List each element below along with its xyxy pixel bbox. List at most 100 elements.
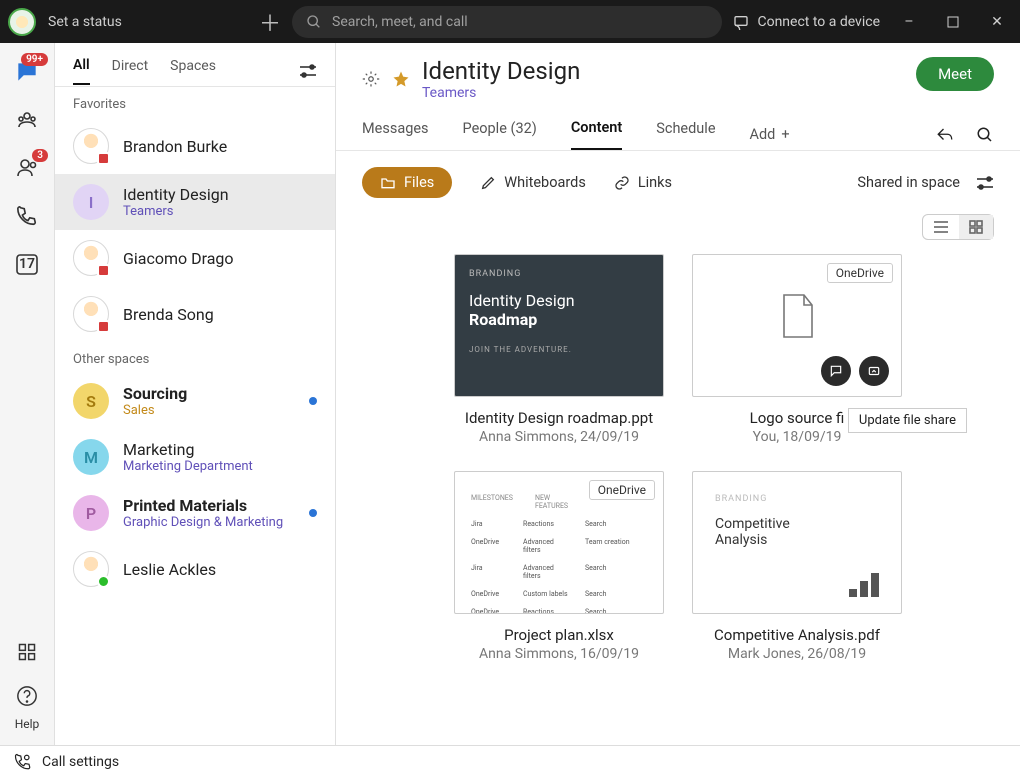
filter-toggle[interactable] — [299, 64, 317, 78]
space-item-giacomo[interactable]: Giacomo Drago — [55, 230, 335, 286]
statusbar: Call settings — [0, 745, 1020, 778]
tab-schedule[interactable]: Schedule — [656, 120, 715, 149]
other-spaces-label: Other spaces — [55, 342, 335, 373]
space-item-brandon[interactable]: Brandon Burke — [55, 118, 335, 174]
minimize-button[interactable]: – — [894, 14, 924, 30]
view-grid[interactable] — [959, 215, 993, 239]
tab-direct[interactable]: Direct — [112, 58, 149, 84]
cast-icon — [733, 14, 749, 30]
rail-calendar[interactable]: 17 — [12, 249, 42, 279]
onedrive-badge: OneDrive — [589, 480, 655, 500]
pill-links[interactable]: Links — [614, 174, 672, 191]
space-item-printed[interactable]: P Printed MaterialsGraphic Design & Mark… — [55, 485, 335, 541]
message-action[interactable] — [821, 356, 851, 386]
tab-content[interactable]: Content — [571, 119, 622, 150]
tab-all[interactable]: All — [73, 57, 90, 85]
space-tabs: Messages People (32) Content Schedule Ad… — [336, 101, 1020, 151]
file-meta: You, 18/09/19 — [753, 429, 842, 445]
pencil-icon — [480, 175, 496, 191]
rail-apps[interactable] — [12, 637, 42, 667]
file-thumb: BRANDING Competitive Analysis — [692, 471, 902, 614]
help-label: Help — [15, 717, 40, 731]
share-icon — [867, 364, 881, 378]
connect-device-button[interactable]: Connect to a device — [733, 14, 880, 30]
cursor-icon — [867, 395, 883, 397]
item-sub: Graphic Design & Marketing — [123, 515, 283, 530]
file-meta: Anna Simmons, 16/09/19 — [479, 646, 639, 662]
favorites-label: Favorites — [55, 87, 335, 118]
space-item-identity-design[interactable]: I Identity DesignTeamers — [55, 174, 335, 230]
tooltip-update-share: Update file share — [848, 408, 967, 433]
space-item-brenda[interactable]: Brenda Song — [55, 286, 335, 342]
link-icon — [614, 175, 630, 191]
maximize-button[interactable] — [938, 16, 968, 28]
file-card-competitive[interactable]: BRANDING Competitive Analysis Competitiv… — [691, 471, 903, 662]
avatar: I — [73, 184, 109, 220]
shared-in-space[interactable]: Shared in space — [857, 174, 960, 191]
share-action[interactable] — [859, 356, 889, 386]
star-icon[interactable] — [392, 70, 410, 88]
item-title: Printed Materials — [123, 496, 283, 515]
tab-people[interactable]: People (32) — [463, 120, 537, 149]
space-subtitle[interactable]: Teamers — [422, 85, 580, 101]
space-item-marketing[interactable]: M MarketingMarketing Department — [55, 429, 335, 485]
space-item-sourcing[interactable]: S SourcingSales — [55, 373, 335, 429]
calendar-day: 17 — [19, 256, 35, 272]
space-item-leslie[interactable]: Leslie Ackles — [55, 541, 335, 597]
file-card-roadmap[interactable]: BRANDING Identity Design Roadmap JOIN TH… — [453, 254, 665, 445]
file-name: Logo source fi — [750, 409, 845, 427]
phone-gear-icon — [14, 753, 32, 771]
phone-icon — [16, 205, 38, 227]
sliders-icon[interactable] — [976, 176, 994, 190]
contacts-badge: 3 — [32, 149, 48, 162]
avatar: M — [73, 439, 109, 475]
reply-icon[interactable] — [936, 126, 954, 144]
rail-calls[interactable] — [12, 201, 42, 231]
user-avatar[interactable] — [8, 8, 36, 36]
item-sub: Teamers — [123, 204, 229, 219]
pill-whiteboards[interactable]: Whiteboards — [480, 174, 586, 191]
search-input[interactable]: Search, meet, and call — [292, 6, 722, 38]
rail-teams[interactable] — [12, 105, 42, 135]
file-thumb: OneDrive — [692, 254, 902, 397]
item-sub: Sales — [123, 403, 187, 418]
space-title: Identity Design — [422, 57, 580, 85]
unread-indicator — [309, 509, 317, 517]
bars-icon — [849, 571, 883, 597]
avatar — [73, 296, 109, 332]
chat-icon — [829, 364, 843, 378]
item-title: Giacomo Drago — [123, 249, 234, 268]
item-title: Identity Design — [123, 185, 229, 204]
avatar: P — [73, 495, 109, 531]
teams-icon — [15, 108, 39, 132]
item-title: Leslie Ackles — [123, 560, 216, 579]
help-icon — [16, 685, 38, 707]
file-name: Project plan.xlsx — [504, 626, 614, 644]
search-icon[interactable] — [976, 126, 994, 144]
item-title: Marketing — [123, 440, 253, 459]
folder-icon — [380, 175, 396, 191]
pill-files[interactable]: Files — [362, 167, 452, 198]
content-area: Identity Design Teamers Meet Messages Pe… — [336, 43, 1020, 745]
close-button[interactable]: ✕ — [982, 14, 1012, 30]
item-title: Sourcing — [123, 384, 187, 403]
view-list[interactable] — [923, 215, 959, 239]
onedrive-badge: OneDrive — [827, 263, 893, 283]
set-status[interactable]: Set a status — [48, 14, 248, 30]
file-card-projectplan[interactable]: OneDrive MILESTONESNEW FEATURESIMPROVEME… — [453, 471, 665, 662]
rail-help[interactable] — [12, 681, 42, 711]
new-button[interactable]: ＋ — [256, 8, 284, 36]
meet-button[interactable]: Meet — [916, 57, 994, 91]
rail-chat[interactable]: 99+ — [12, 57, 42, 87]
rail-contacts[interactable]: 3 — [12, 153, 42, 183]
view-toggle — [922, 214, 994, 240]
file-card-logo[interactable]: OneDrive Update file share Logo source f… — [691, 254, 903, 445]
tab-spaces[interactable]: Spaces — [170, 58, 216, 84]
call-settings[interactable]: Call settings — [42, 754, 119, 770]
avatar: S — [73, 383, 109, 419]
gear-icon[interactable] — [362, 70, 380, 88]
tab-add[interactable]: Add + — [750, 126, 790, 143]
tab-messages[interactable]: Messages — [362, 120, 429, 149]
spaces-tabs: All Direct Spaces — [55, 43, 335, 87]
presence-dnd-icon — [97, 152, 110, 165]
